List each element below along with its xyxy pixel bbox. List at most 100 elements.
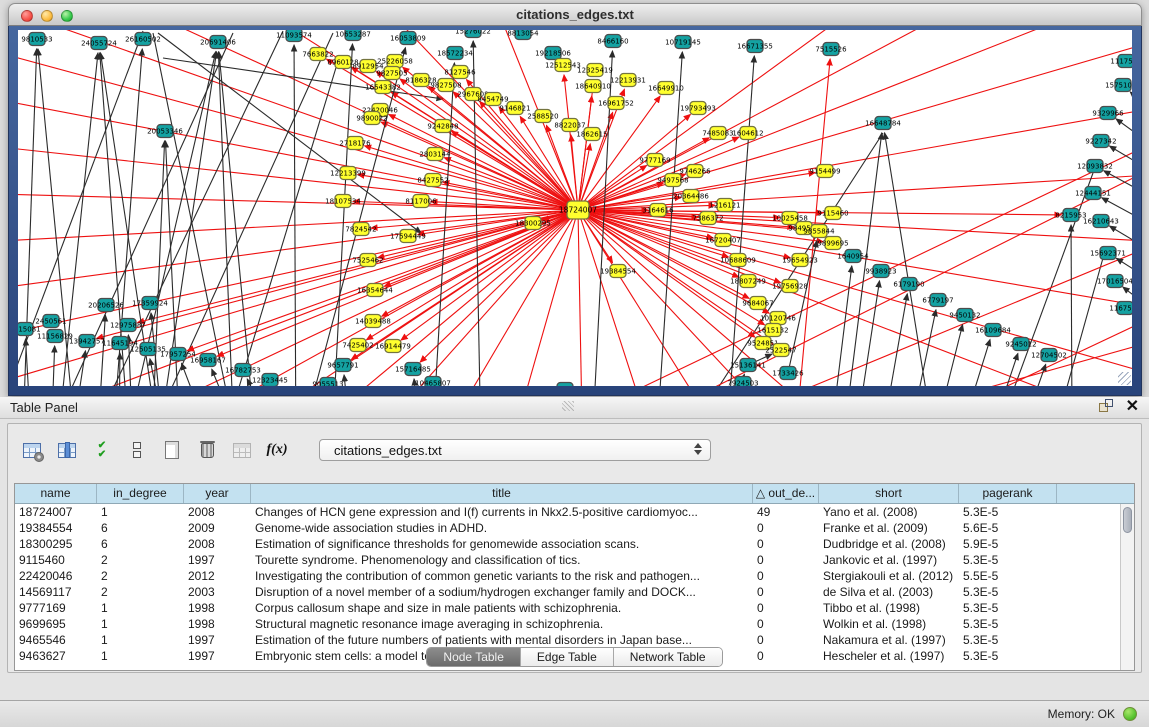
cell-title[interactable]: Investigating the contribution of common…	[251, 568, 753, 584]
graph-node[interactable]: 16648784	[865, 117, 901, 130]
graph-node[interactable]: 12704502	[1031, 349, 1067, 362]
tab-node-table[interactable]: Node Table	[427, 648, 521, 666]
graph-node[interactable]: 11093574	[276, 30, 312, 42]
graph-node[interactable]: 15751074	[1105, 79, 1132, 92]
table-row[interactable]: 946554611997Estimation of the future num…	[15, 632, 1134, 648]
cell-short[interactable]: Nakamura et al. (1997)	[819, 632, 959, 648]
cell-short[interactable]: Franke et al. (2009)	[819, 520, 959, 536]
cell-pagerank[interactable]: 5.3E-5	[959, 600, 1057, 616]
cell-pagerank[interactable]: 5.3E-5	[959, 504, 1057, 520]
table-row[interactable]: 977716911998Corpus callosum shape and si…	[15, 600, 1134, 616]
tab-edge-table[interactable]: Edge Table	[521, 648, 614, 666]
column-header-year[interactable]: year	[184, 484, 251, 503]
graph-node[interactable]: 16720407	[705, 234, 741, 247]
graph-node[interactable]: 2718176	[339, 137, 371, 150]
column-header-title[interactable]: title	[251, 484, 753, 503]
cell-year[interactable]: 2008	[184, 504, 251, 520]
table-row[interactable]: 1456911722003Disruption of a novel membe…	[15, 584, 1134, 600]
graph-node[interactable]: 12512543	[545, 59, 581, 72]
graph-node[interactable]: 20053346	[147, 125, 183, 138]
cell-year[interactable]: 2012	[184, 568, 251, 584]
graph-node[interactable]: 15276022	[455, 30, 491, 38]
graph-node[interactable]: 8466160	[597, 35, 628, 48]
cell-year[interactable]: 1997	[184, 632, 251, 648]
cell-out_degree[interactable]: 0	[753, 632, 819, 648]
graph-node[interactable]: 1615132	[757, 324, 788, 337]
cell-pagerank[interactable]: 5.6E-5	[959, 520, 1057, 536]
cell-in_degree[interactable]: 6	[97, 536, 184, 552]
graph-node[interactable]: 12444151	[1075, 187, 1111, 200]
vertical-scrollbar[interactable]	[1120, 504, 1134, 670]
column-header-in_degree[interactable]: in_degree	[97, 484, 184, 503]
cell-in_degree[interactable]: 1	[97, 504, 184, 520]
cell-name[interactable]: 18724007	[15, 504, 97, 520]
graph-node[interactable]: 15716485	[395, 363, 431, 376]
graph-node[interactable]: 8813054	[507, 30, 539, 40]
cell-pagerank[interactable]: 5.3E-5	[959, 584, 1057, 600]
graph-node[interactable]: 13942757	[69, 335, 105, 348]
graph-node[interactable]: 8215953	[1055, 209, 1086, 222]
cell-out_degree[interactable]: 0	[753, 568, 819, 584]
cell-out_degree[interactable]: 0	[753, 536, 819, 552]
graph-node[interactable]: 19218506	[535, 47, 571, 60]
resize-grip-icon[interactable]	[1118, 372, 1131, 385]
graph-node[interactable]: 9657791	[327, 359, 358, 372]
graph-node[interactable]: 18807249	[730, 275, 766, 288]
cell-short[interactable]: Tibbo et al. (1998)	[819, 600, 959, 616]
panel-divider-grip[interactable]	[562, 401, 574, 411]
column-header-short[interactable]: short	[819, 484, 959, 503]
graph-node[interactable]: 16671355	[737, 40, 773, 53]
tab-network-table[interactable]: Network Table	[614, 648, 722, 666]
table-settings-icon[interactable]	[22, 440, 42, 460]
graph-node[interactable]: 16961752	[598, 97, 634, 110]
cell-name[interactable]: 9465546	[15, 632, 97, 648]
cell-title[interactable]: Estimation of significance thresholds fo…	[251, 536, 753, 552]
graph-node[interactable]: 9154499	[809, 165, 840, 178]
table-row[interactable]: 911546021997Tourette syndrome. Phenomeno…	[15, 552, 1134, 568]
cell-short[interactable]: Dudbridge et al. (2008)	[819, 536, 959, 552]
cell-year[interactable]: 2003	[184, 584, 251, 600]
graph-node[interactable]: 24055724	[81, 37, 117, 50]
cell-pagerank[interactable]: 5.3E-5	[959, 616, 1057, 632]
cell-in_degree[interactable]: 1	[97, 616, 184, 632]
cell-out_degree[interactable]: 0	[753, 520, 819, 536]
cell-name[interactable]: 9777169	[15, 600, 97, 616]
cell-out_degree[interactable]: 0	[753, 552, 819, 568]
table-select[interactable]: citations_edges.txt	[319, 439, 711, 461]
graph-node[interactable]: 12325419	[577, 64, 613, 77]
cell-title[interactable]: Disruption of a novel member of a sodium…	[251, 584, 753, 600]
cell-short[interactable]: Stergiakouli et al. (2012)	[819, 568, 959, 584]
column-table-icon[interactable]	[57, 440, 77, 460]
cell-year[interactable]: 1997	[184, 552, 251, 568]
split-icon[interactable]	[127, 440, 147, 460]
cell-out_degree[interactable]: 0	[753, 600, 819, 616]
graph-node[interactable]: 9450132	[949, 309, 980, 322]
graph-node[interactable]: 9115460	[817, 207, 848, 220]
cell-in_degree[interactable]: 2	[97, 552, 184, 568]
graph-node[interactable]: 18107534	[325, 195, 361, 208]
network-canvas[interactable]: 1872400798105332405572426160502206914061…	[18, 30, 1132, 386]
cell-name[interactable]: 18300295	[15, 536, 97, 552]
graph-node[interactable]: 17016504	[1097, 275, 1132, 288]
memory-indicator-icon[interactable]	[1123, 707, 1137, 721]
column-header-name[interactable]: name	[15, 484, 97, 503]
cell-in_degree[interactable]: 2	[97, 584, 184, 600]
graph-node[interactable]: 10688609	[720, 254, 756, 267]
close-panel-icon[interactable]: ✕	[1126, 399, 1139, 414]
table-row[interactable]: 969969511998Structural magnetic resonanc…	[15, 616, 1134, 632]
cell-title[interactable]: Genome-wide association studies in ADHD.	[251, 520, 753, 536]
cell-year[interactable]: 1998	[184, 600, 251, 616]
graph-node[interactable]: 16210643	[1083, 215, 1119, 228]
graph-node[interactable]: 1117524	[1110, 55, 1132, 68]
graph-node[interactable]: 18572234	[437, 47, 473, 60]
graph-node[interactable]: 12323445	[252, 374, 288, 387]
graph-node[interactable]: 12093832	[1077, 160, 1113, 173]
cell-out_degree[interactable]: 0	[753, 616, 819, 632]
graph-node[interactable]: 15692371	[1090, 247, 1126, 260]
graph-node[interactable]: 7485083	[702, 127, 733, 140]
cell-year[interactable]: 1998	[184, 616, 251, 632]
graph-node[interactable]: 18640910	[575, 80, 611, 93]
graph-node[interactable]: 7515526	[815, 43, 847, 56]
cell-name[interactable]: 9699695	[15, 616, 97, 632]
cell-in_degree[interactable]: 1	[97, 600, 184, 616]
